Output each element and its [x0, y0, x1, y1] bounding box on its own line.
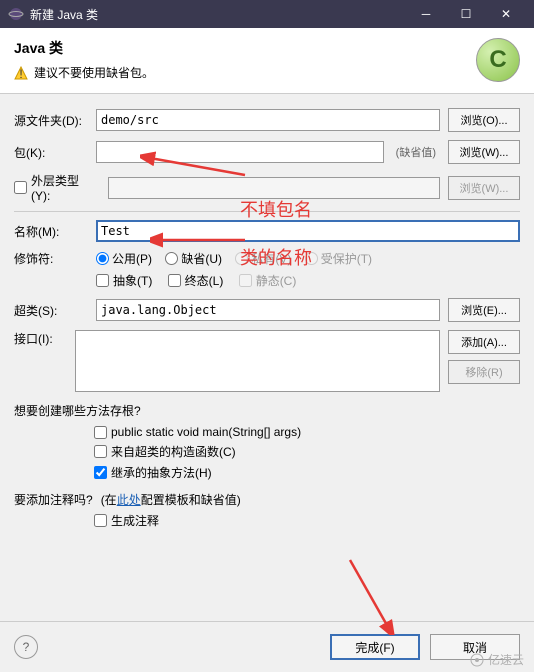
package-label: 包(K):: [14, 144, 88, 161]
superclass-label: 超类(S):: [14, 302, 88, 319]
constructors-checkbox[interactable]: [94, 445, 107, 458]
final-checkbox[interactable]: [168, 274, 181, 287]
comments-question: 要添加注释吗?: [14, 491, 93, 508]
interfaces-remove-button: 移除(R): [448, 360, 520, 384]
form-content: 源文件夹(D): 浏览(O)... 包(K): (缺省值) 浏览(W)... 外…: [0, 94, 534, 544]
watermark: 亿速云: [470, 651, 524, 668]
default-radio[interactable]: [165, 252, 178, 265]
superclass-browse-button[interactable]: 浏览(E)...: [448, 298, 520, 322]
enclosing-type-checkbox[interactable]: [14, 181, 27, 194]
name-input[interactable]: [96, 220, 520, 242]
finish-button[interactable]: 完成(F): [330, 634, 420, 660]
window-title: 新建 Java 类: [30, 6, 406, 23]
inherited-abstract-checkbox[interactable]: [94, 466, 107, 479]
interfaces-add-button[interactable]: 添加(A)...: [448, 330, 520, 354]
dialog-header: Java 类 ! 建议不要使用缺省包。 C: [0, 28, 534, 94]
private-radio: [235, 252, 248, 265]
generate-comments-checkbox[interactable]: [94, 514, 107, 527]
src-folder-browse-button[interactable]: 浏览(O)...: [448, 108, 520, 132]
svg-text:!: !: [19, 67, 22, 80]
name-label: 名称(M):: [14, 223, 88, 240]
superclass-input[interactable]: [96, 299, 440, 321]
stubs-question: 想要创建哪些方法存根?: [14, 402, 520, 419]
enclosing-type-label: 外层类型(Y):: [31, 172, 88, 203]
enclosing-type-input: [108, 177, 440, 199]
java-class-logo-icon: C: [476, 38, 520, 82]
main-method-checkbox[interactable]: [94, 426, 107, 439]
package-input[interactable]: [96, 141, 384, 163]
warning-text: 建议不要使用缺省包。: [34, 64, 154, 81]
protected-radio: [305, 252, 318, 265]
enclosing-type-browse-button: 浏览(W)...: [448, 176, 520, 200]
package-default-hint: (缺省值): [396, 144, 436, 160]
package-browse-button[interactable]: 浏览(W)...: [448, 140, 520, 164]
warning-icon: !: [14, 66, 28, 80]
close-button[interactable]: ✕: [486, 0, 526, 28]
eclipse-icon: [8, 6, 24, 22]
public-radio[interactable]: [96, 252, 109, 265]
interfaces-list[interactable]: [75, 330, 440, 392]
minimize-button[interactable]: ─: [406, 0, 446, 28]
dialog-footer: ? 完成(F) 取消: [0, 621, 534, 672]
help-button[interactable]: ?: [14, 635, 38, 659]
configure-templates-link[interactable]: 此处: [117, 493, 141, 507]
title-bar: 新建 Java 类 ─ ☐ ✕: [0, 0, 534, 28]
watermark-icon: [470, 653, 484, 667]
src-folder-label: 源文件夹(D):: [14, 112, 88, 129]
interfaces-label: 接口(I):: [14, 330, 67, 347]
maximize-button[interactable]: ☐: [446, 0, 486, 28]
src-folder-input[interactable]: [96, 109, 440, 131]
dialog-title: Java 类: [14, 38, 520, 58]
abstract-checkbox[interactable]: [96, 274, 109, 287]
modifiers-label: 修饰符:: [14, 250, 88, 267]
static-checkbox: [239, 274, 252, 287]
